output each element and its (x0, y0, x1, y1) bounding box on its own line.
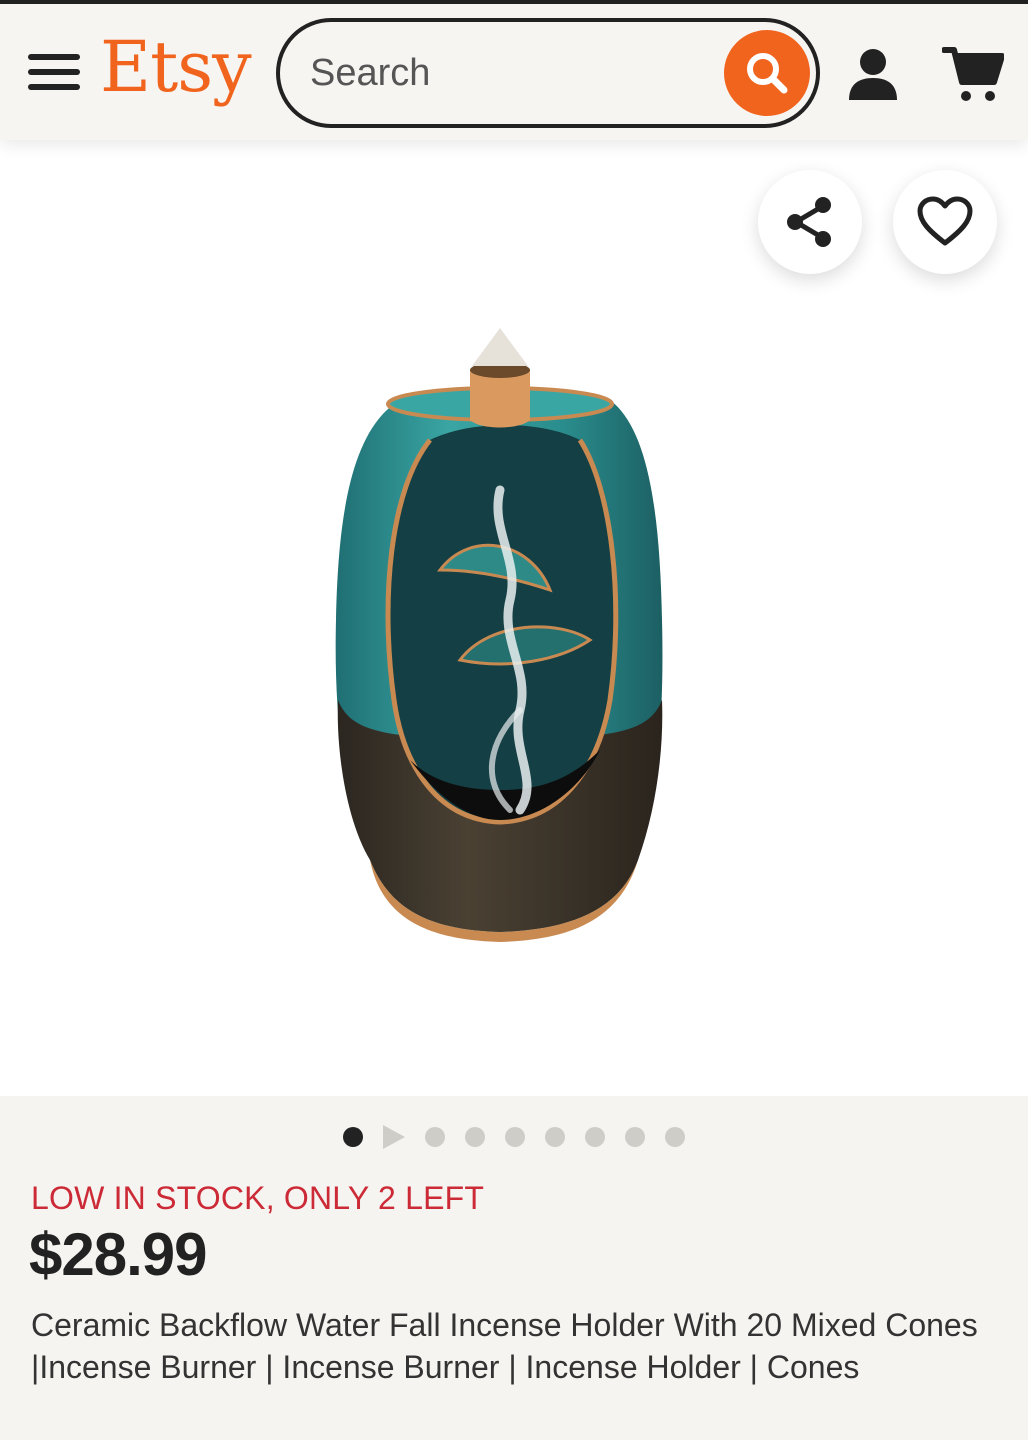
carousel-dot-8[interactable] (625, 1127, 645, 1147)
carousel-dot-9[interactable] (665, 1127, 685, 1147)
search-icon (747, 53, 788, 94)
carousel-dot-5[interactable] (505, 1127, 525, 1147)
product-title: Ceramic Backflow Water Fall Incense Hold… (31, 1307, 978, 1385)
carousel-dot-6[interactable] (545, 1127, 565, 1147)
search-button[interactable] (724, 30, 810, 116)
carousel-dot-3[interactable] (425, 1127, 445, 1147)
etsy-logo[interactable]: Etsy (100, 32, 252, 102)
product-image-area (0, 140, 1028, 1096)
video-play-icon[interactable] (383, 1125, 405, 1149)
carousel-indicators (0, 1122, 1028, 1152)
share-button[interactable] (758, 170, 862, 274)
account-icon[interactable] (846, 46, 900, 102)
heart-icon (917, 196, 973, 246)
site-header: Etsy (0, 4, 1028, 140)
hamburger-menu-icon[interactable] (28, 52, 80, 92)
search-input[interactable] (310, 48, 710, 98)
carousel-dot-7[interactable] (585, 1127, 605, 1147)
search-bar (276, 18, 820, 128)
carousel-dot-1[interactable] (343, 1127, 363, 1147)
favorite-button[interactable] (893, 170, 997, 274)
share-icon (787, 197, 831, 247)
cart-icon[interactable] (942, 44, 1004, 104)
product-price: $28.99 (29, 1221, 208, 1288)
stock-notice: LOW IN STOCK, ONLY 2 LEFT (31, 1180, 485, 1216)
product-image[interactable] (320, 320, 700, 960)
carousel-dot-4[interactable] (465, 1127, 485, 1147)
